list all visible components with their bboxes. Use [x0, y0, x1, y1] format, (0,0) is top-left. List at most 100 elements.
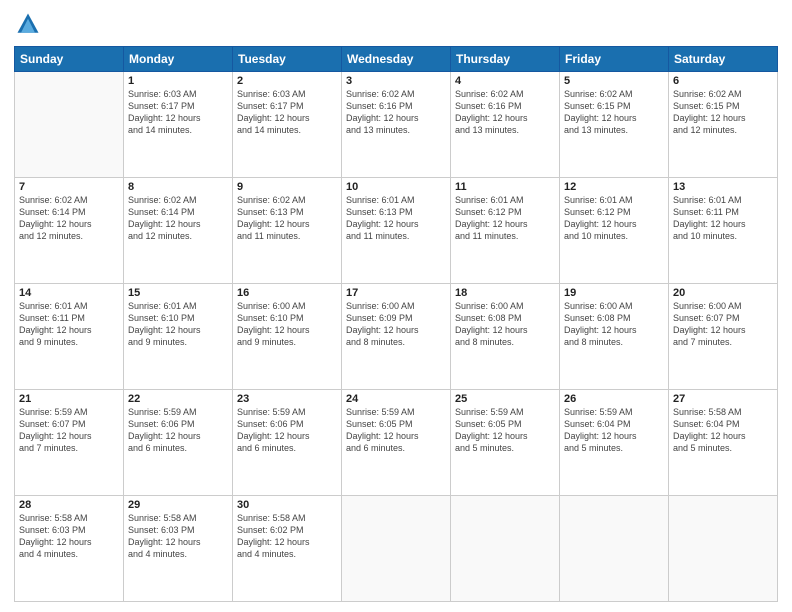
- calendar-cell: [15, 72, 124, 178]
- calendar-cell: [451, 496, 560, 602]
- day-info: Sunrise: 6:00 AM Sunset: 6:08 PM Dayligh…: [564, 300, 664, 349]
- weekday-header-row: SundayMondayTuesdayWednesdayThursdayFrid…: [15, 47, 778, 72]
- day-info: Sunrise: 5:59 AM Sunset: 6:06 PM Dayligh…: [237, 406, 337, 455]
- header: [14, 10, 778, 38]
- day-info: Sunrise: 6:00 AM Sunset: 6:08 PM Dayligh…: [455, 300, 555, 349]
- calendar-cell: 27Sunrise: 5:58 AM Sunset: 6:04 PM Dayli…: [669, 390, 778, 496]
- day-number: 20: [673, 287, 773, 299]
- day-number: 5: [564, 75, 664, 87]
- week-row-2: 7Sunrise: 6:02 AM Sunset: 6:14 PM Daylig…: [15, 178, 778, 284]
- day-info: Sunrise: 6:00 AM Sunset: 6:07 PM Dayligh…: [673, 300, 773, 349]
- day-number: 22: [128, 393, 228, 405]
- day-info: Sunrise: 6:03 AM Sunset: 6:17 PM Dayligh…: [237, 88, 337, 137]
- weekday-header-monday: Monday: [124, 47, 233, 72]
- calendar-cell: 30Sunrise: 5:58 AM Sunset: 6:02 PM Dayli…: [233, 496, 342, 602]
- day-info: Sunrise: 5:58 AM Sunset: 6:04 PM Dayligh…: [673, 406, 773, 455]
- day-number: 15: [128, 287, 228, 299]
- calendar-cell: 4Sunrise: 6:02 AM Sunset: 6:16 PM Daylig…: [451, 72, 560, 178]
- day-number: 19: [564, 287, 664, 299]
- calendar-cell: 22Sunrise: 5:59 AM Sunset: 6:06 PM Dayli…: [124, 390, 233, 496]
- day-info: Sunrise: 6:00 AM Sunset: 6:09 PM Dayligh…: [346, 300, 446, 349]
- day-info: Sunrise: 6:01 AM Sunset: 6:11 PM Dayligh…: [19, 300, 119, 349]
- day-number: 16: [237, 287, 337, 299]
- day-info: Sunrise: 5:59 AM Sunset: 6:04 PM Dayligh…: [564, 406, 664, 455]
- day-info: Sunrise: 6:02 AM Sunset: 6:16 PM Dayligh…: [346, 88, 446, 137]
- day-number: 3: [346, 75, 446, 87]
- day-number: 29: [128, 499, 228, 511]
- day-info: Sunrise: 6:01 AM Sunset: 6:12 PM Dayligh…: [564, 194, 664, 243]
- day-number: 28: [19, 499, 119, 511]
- calendar-cell: 24Sunrise: 5:59 AM Sunset: 6:05 PM Dayli…: [342, 390, 451, 496]
- day-info: Sunrise: 5:58 AM Sunset: 6:02 PM Dayligh…: [237, 512, 337, 561]
- day-number: 2: [237, 75, 337, 87]
- calendar-cell: 1Sunrise: 6:03 AM Sunset: 6:17 PM Daylig…: [124, 72, 233, 178]
- day-info: Sunrise: 6:00 AM Sunset: 6:10 PM Dayligh…: [237, 300, 337, 349]
- day-info: Sunrise: 6:02 AM Sunset: 6:15 PM Dayligh…: [673, 88, 773, 137]
- day-number: 30: [237, 499, 337, 511]
- day-info: Sunrise: 6:02 AM Sunset: 6:14 PM Dayligh…: [128, 194, 228, 243]
- day-number: 6: [673, 75, 773, 87]
- calendar-cell: 20Sunrise: 6:00 AM Sunset: 6:07 PM Dayli…: [669, 284, 778, 390]
- week-row-1: 1Sunrise: 6:03 AM Sunset: 6:17 PM Daylig…: [15, 72, 778, 178]
- day-info: Sunrise: 6:02 AM Sunset: 6:15 PM Dayligh…: [564, 88, 664, 137]
- calendar-cell: 11Sunrise: 6:01 AM Sunset: 6:12 PM Dayli…: [451, 178, 560, 284]
- calendar-cell: [560, 496, 669, 602]
- calendar-cell: 3Sunrise: 6:02 AM Sunset: 6:16 PM Daylig…: [342, 72, 451, 178]
- day-number: 23: [237, 393, 337, 405]
- day-number: 11: [455, 181, 555, 193]
- day-info: Sunrise: 5:58 AM Sunset: 6:03 PM Dayligh…: [19, 512, 119, 561]
- day-number: 9: [237, 181, 337, 193]
- day-number: 14: [19, 287, 119, 299]
- calendar-cell: 8Sunrise: 6:02 AM Sunset: 6:14 PM Daylig…: [124, 178, 233, 284]
- day-number: 10: [346, 181, 446, 193]
- day-number: 17: [346, 287, 446, 299]
- weekday-header-saturday: Saturday: [669, 47, 778, 72]
- day-info: Sunrise: 5:59 AM Sunset: 6:06 PM Dayligh…: [128, 406, 228, 455]
- weekday-header-wednesday: Wednesday: [342, 47, 451, 72]
- day-info: Sunrise: 6:02 AM Sunset: 6:13 PM Dayligh…: [237, 194, 337, 243]
- calendar-cell: [342, 496, 451, 602]
- day-number: 12: [564, 181, 664, 193]
- weekday-header-thursday: Thursday: [451, 47, 560, 72]
- day-number: 24: [346, 393, 446, 405]
- calendar-cell: 9Sunrise: 6:02 AM Sunset: 6:13 PM Daylig…: [233, 178, 342, 284]
- calendar-cell: 16Sunrise: 6:00 AM Sunset: 6:10 PM Dayli…: [233, 284, 342, 390]
- day-info: Sunrise: 6:01 AM Sunset: 6:12 PM Dayligh…: [455, 194, 555, 243]
- calendar-cell: 6Sunrise: 6:02 AM Sunset: 6:15 PM Daylig…: [669, 72, 778, 178]
- weekday-header-tuesday: Tuesday: [233, 47, 342, 72]
- day-number: 25: [455, 393, 555, 405]
- calendar-cell: 25Sunrise: 5:59 AM Sunset: 6:05 PM Dayli…: [451, 390, 560, 496]
- calendar-cell: 29Sunrise: 5:58 AM Sunset: 6:03 PM Dayli…: [124, 496, 233, 602]
- page: SundayMondayTuesdayWednesdayThursdayFrid…: [0, 0, 792, 612]
- weekday-header-sunday: Sunday: [15, 47, 124, 72]
- day-number: 1: [128, 75, 228, 87]
- day-info: Sunrise: 6:03 AM Sunset: 6:17 PM Dayligh…: [128, 88, 228, 137]
- day-info: Sunrise: 5:59 AM Sunset: 6:05 PM Dayligh…: [346, 406, 446, 455]
- calendar-cell: 17Sunrise: 6:00 AM Sunset: 6:09 PM Dayli…: [342, 284, 451, 390]
- day-number: 4: [455, 75, 555, 87]
- day-number: 27: [673, 393, 773, 405]
- calendar-table: SundayMondayTuesdayWednesdayThursdayFrid…: [14, 46, 778, 602]
- logo-icon: [14, 10, 42, 38]
- day-number: 18: [455, 287, 555, 299]
- day-info: Sunrise: 5:58 AM Sunset: 6:03 PM Dayligh…: [128, 512, 228, 561]
- calendar-cell: 18Sunrise: 6:00 AM Sunset: 6:08 PM Dayli…: [451, 284, 560, 390]
- day-info: Sunrise: 6:01 AM Sunset: 6:11 PM Dayligh…: [673, 194, 773, 243]
- calendar-cell: 14Sunrise: 6:01 AM Sunset: 6:11 PM Dayli…: [15, 284, 124, 390]
- day-number: 8: [128, 181, 228, 193]
- weekday-header-friday: Friday: [560, 47, 669, 72]
- day-number: 13: [673, 181, 773, 193]
- calendar-cell: 13Sunrise: 6:01 AM Sunset: 6:11 PM Dayli…: [669, 178, 778, 284]
- day-info: Sunrise: 6:02 AM Sunset: 6:14 PM Dayligh…: [19, 194, 119, 243]
- logo: [14, 10, 46, 38]
- day-info: Sunrise: 5:59 AM Sunset: 6:05 PM Dayligh…: [455, 406, 555, 455]
- calendar-cell: 2Sunrise: 6:03 AM Sunset: 6:17 PM Daylig…: [233, 72, 342, 178]
- calendar-cell: 15Sunrise: 6:01 AM Sunset: 6:10 PM Dayli…: [124, 284, 233, 390]
- week-row-4: 21Sunrise: 5:59 AM Sunset: 6:07 PM Dayli…: [15, 390, 778, 496]
- calendar-cell: 10Sunrise: 6:01 AM Sunset: 6:13 PM Dayli…: [342, 178, 451, 284]
- day-info: Sunrise: 5:59 AM Sunset: 6:07 PM Dayligh…: [19, 406, 119, 455]
- calendar-cell: [669, 496, 778, 602]
- day-number: 21: [19, 393, 119, 405]
- calendar-cell: 28Sunrise: 5:58 AM Sunset: 6:03 PM Dayli…: [15, 496, 124, 602]
- week-row-5: 28Sunrise: 5:58 AM Sunset: 6:03 PM Dayli…: [15, 496, 778, 602]
